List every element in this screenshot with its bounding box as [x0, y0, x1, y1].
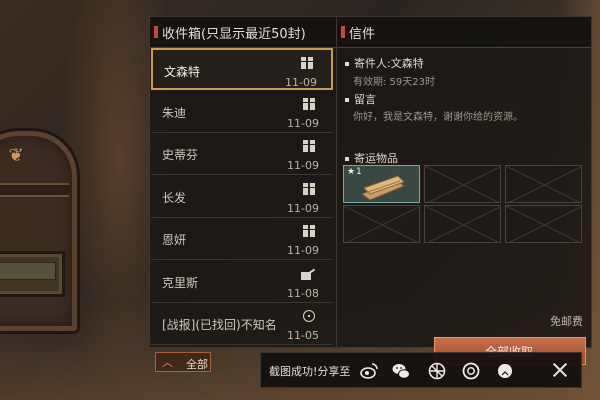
- message-heading-text: 留言: [354, 93, 376, 106]
- postage-text: 免邮费: [550, 315, 583, 328]
- mail-sender: 史蒂芬: [162, 148, 199, 162]
- mail-date: 11-09: [285, 76, 317, 89]
- attachment-grid: ★ 1: [343, 165, 587, 245]
- attachment-slot-empty: [343, 205, 420, 243]
- mail-item[interactable]: 恩妍 11-09: [151, 218, 333, 260]
- mailbox-band: [0, 183, 69, 197]
- item-count: 1: [356, 167, 362, 177]
- ornament-icon: ❦: [8, 145, 24, 166]
- mail-date: 11-05: [287, 329, 319, 342]
- sender-line: 寄件人:文森特: [345, 55, 424, 71]
- mail-item[interactable]: 文森特 11-09: [151, 48, 333, 90]
- shipping-heading: 寄运物品: [345, 150, 398, 166]
- letter-title: 信件: [349, 27, 376, 42]
- bullet-icon: [345, 157, 349, 161]
- mail-date: 11-08: [287, 286, 319, 300]
- empty-slot-cross: [506, 206, 581, 242]
- header-marker: [154, 26, 158, 38]
- attachment-slot-filled[interactable]: ★ 1: [343, 165, 420, 203]
- share-toast: 截图成功!分享至: [260, 352, 582, 388]
- bullet-icon: [345, 98, 349, 102]
- message-heading: 留言: [345, 91, 376, 107]
- mail-item[interactable]: 史蒂芬 11-09: [151, 133, 333, 175]
- gift-icon: [303, 140, 315, 152]
- target-icon: [303, 310, 315, 322]
- gift-icon: [303, 182, 315, 195]
- empty-slot-cross: [425, 166, 500, 202]
- mail-date: 11-09: [287, 244, 319, 257]
- mail-sender: [战报](已找回)不知名: [162, 318, 277, 332]
- chevron-up-icon: ︿: [162, 356, 173, 369]
- qq-zone-icon[interactable]: [461, 361, 481, 381]
- package-claimed-icon: [300, 268, 316, 280]
- mail-sender: 恩妍: [162, 233, 187, 247]
- all-filter-label: 全部: [186, 358, 208, 371]
- mail-date: 11-09: [287, 201, 319, 215]
- gift-icon: [303, 225, 315, 237]
- empty-slot-cross: [425, 206, 500, 242]
- empty-slot-cross: [506, 166, 581, 202]
- all-filter-button[interactable]: ︿ 全部: [155, 352, 211, 372]
- mail-sender: 朱迪: [162, 105, 187, 120]
- mail-item[interactable]: [战报](已找回)不知名 11-05: [151, 303, 333, 345]
- mailbox-slot: [0, 251, 65, 297]
- bullet-icon: [345, 62, 349, 66]
- gift-icon: [301, 57, 313, 69]
- mail-item[interactable]: 朱迪 11-09: [151, 91, 333, 133]
- qq-icon[interactable]: [495, 361, 515, 381]
- attachment-slot-empty: [424, 165, 501, 203]
- weibo-icon[interactable]: [359, 361, 379, 381]
- mail-sender: 长发: [162, 190, 187, 205]
- mail-date: 11-09: [287, 116, 319, 130]
- wechat-icon[interactable]: [391, 361, 411, 381]
- sender-text: 寄件人:文森特: [354, 57, 424, 70]
- header-marker: [341, 26, 345, 38]
- validity-text: 有效期: 59天23时: [353, 77, 435, 88]
- close-icon[interactable]: [551, 361, 569, 379]
- share-text: 截图成功!分享至: [269, 365, 351, 378]
- inbox-header: 收件箱(只显示最近50封): [150, 17, 336, 48]
- mailbox-scenery: ❦: [0, 128, 80, 334]
- mail-sender: 克里斯: [162, 275, 199, 290]
- gift-icon: [303, 97, 315, 110]
- star-icon: ★: [347, 167, 356, 177]
- mail-sender: 文森特: [164, 65, 201, 79]
- attachment-slot-empty: [505, 205, 582, 243]
- mail-date: 11-09: [287, 159, 319, 172]
- message-text: 你好，我是文森特，谢谢你给的资源。: [353, 112, 523, 123]
- attachment-slot-empty: [424, 205, 501, 243]
- inbox-panel: 收件箱(只显示最近50封) 文森特 11-09 朱迪 11-09 史蒂芬 11-09 长发 1…: [149, 16, 337, 348]
- mail-item[interactable]: 克里斯 11-08: [151, 261, 333, 303]
- letter-panel: 信件 寄件人:文森特 有效期: 59天23时 留言 你好，我是文森特，谢谢你给的…: [336, 16, 592, 348]
- mail-item[interactable]: 长发 11-09: [151, 176, 333, 218]
- mail-list[interactable]: 文森特 11-09 朱迪 11-09 史蒂芬 11-09 长发 11-09 恩妍 11-09 克里斯…: [150, 48, 336, 347]
- inbox-title: 收件箱(只显示最近50封): [162, 27, 306, 42]
- letter-header: 信件: [337, 17, 591, 48]
- mailbox-slot-inner: [0, 262, 56, 280]
- shipping-heading-text: 寄运物品: [354, 152, 398, 165]
- empty-slot-cross: [344, 206, 419, 242]
- attachment-slot-empty: [505, 165, 582, 203]
- moments-icon[interactable]: [427, 361, 447, 381]
